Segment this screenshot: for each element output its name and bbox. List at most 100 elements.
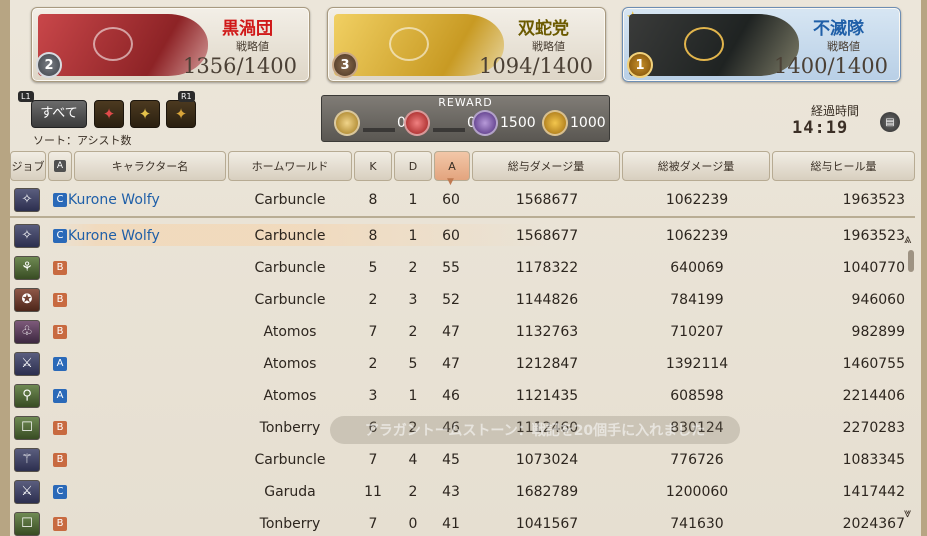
reward-value: 1000 [570,115,606,131]
col-d[interactable]: D [394,151,432,181]
character-name: Kurone Wolfy [68,228,160,244]
col-heal[interactable]: 総与ヒール量 [772,151,915,181]
table-row[interactable]: ☐ B Tonberry 7 0 41 1041567 741630 2024367 [10,508,905,536]
col-a[interactable]: A ▼ [434,151,470,187]
scroll-down-icon[interactable]: ⩔ [904,506,911,521]
damage-taken: 640069 [670,260,724,276]
gc-badge: C [53,193,67,207]
healing: 2270283 [842,420,905,436]
reward-item: 0 [334,108,406,138]
filter-immortal-flames-button[interactable]: ✦ [166,100,196,128]
job-icon: ⚲ [14,384,40,408]
rank-badge: 1 [627,52,653,78]
healing: 1963523 [842,192,905,208]
character-name [68,444,238,476]
table-row[interactable]: ⚔ A Atomos 2 5 47 1212847 1392114 1460755 [10,348,905,380]
divider [10,216,915,218]
job-icon: ✧ [14,224,40,248]
filter-twin-adder-button[interactable]: ✦ [130,100,160,128]
deaths: 1 [408,192,418,208]
kills: 7 [368,324,378,340]
gc-card-twin-adder: 3 双蛇党 戦略値 1094/1400 [327,7,606,82]
elapsed-label: 経過時間 [811,104,860,118]
gc-badge: B [53,325,67,339]
assists: 41 [442,516,460,532]
col-taken[interactable]: 総被ダメージ量 [622,151,770,181]
gc-score-label: 戦略値 [827,40,860,53]
damage-dealt: 1568677 [515,192,579,208]
table-row[interactable]: ⚚ B Carbuncle 7 4 45 1073024 776726 1083345 [10,444,905,476]
damage-taken: 1392114 [665,356,729,372]
assists: 52 [442,292,460,308]
col-job[interactable]: ジョブ [10,151,46,181]
col-world[interactable]: ホームワールド [228,151,352,181]
elapsed-value: 14:19 [792,118,849,138]
filter-maelstrom-button[interactable]: ✦ [94,100,124,128]
col-k[interactable]: K [354,151,392,181]
gc-name: 黒渦団 [222,19,273,39]
job-icon: ⚚ [14,448,40,472]
log-icon[interactable]: ▤ [880,112,900,132]
job-icon: ⚔ [14,480,40,504]
damage-taken: 710207 [670,324,724,340]
self-row[interactable]: ✧ C Kurone Wolfy Carbuncle 8 1 60 156867… [10,184,905,216]
table-row[interactable]: ⚘ B Carbuncle 5 2 55 1178322 640069 1040770 [10,252,905,284]
damage-taken: 741630 [670,516,724,532]
deaths: 1 [408,228,418,244]
col-name[interactable]: キャラクター名 [74,151,226,181]
deaths: 2 [408,260,418,276]
home-world: Atomos [263,324,317,340]
kills: 3 [368,388,378,404]
assists: 47 [442,356,460,372]
character-name [68,348,238,380]
table-row[interactable]: ⚔ C Garuda 11 2 43 1682789 1200060 1417442 [10,476,905,508]
scroll-up-icon[interactable]: ⩓ [904,232,911,247]
wolf-mark-icon [472,110,498,136]
col-dmg[interactable]: 総与ダメージ量 [472,151,620,181]
gc-badge: B [53,421,67,435]
deaths: 4 [408,452,418,468]
col-gc[interactable]: A [48,151,72,181]
table-row[interactable]: ✧ C Kurone Wolfy Carbuncle 8 1 60 1568677 106223… [10,220,905,252]
gold-seal-icon [334,110,360,136]
twin-adder-icon: ✦ [138,105,152,123]
assists: 60 [442,192,460,208]
table-row[interactable]: ♧ B Atomos 7 2 47 1132763 710207 982899 [10,316,905,348]
job-icon: ☐ [14,416,40,440]
r1-tag: R1 [178,91,195,102]
kills: 11 [364,484,382,500]
damage-dealt: 1212847 [515,356,579,372]
kills: 5 [368,260,378,276]
damage-dealt: 1073024 [515,452,579,468]
rank-badge: 2 [36,52,62,78]
damage-taken: 1062239 [665,228,729,244]
kills: 7 [368,516,378,532]
damage-dealt: 1132763 [515,324,579,340]
healing: 946060 [851,292,905,308]
scrollbar-thumb[interactable] [908,250,914,272]
deaths: 3 [408,292,418,308]
kills: 7 [368,452,378,468]
maelstrom-icon: ✦ [102,105,116,123]
deaths: 2 [408,324,418,340]
kills: 2 [368,356,378,372]
character-name [68,316,238,348]
gc-icon: A [54,160,66,172]
deaths: 1 [408,388,418,404]
home-world: Garuda [264,484,316,500]
healing: 1083345 [842,452,905,468]
healing: 2024367 [842,516,905,532]
tomestone-icon [542,110,568,136]
job-icon: ✪ [14,288,40,312]
healing: 1040770 [842,260,905,276]
filter-all-button[interactable]: すべて [31,100,87,128]
sort-label: ソート：アシスト数 [33,134,132,147]
table-row[interactable]: ✪ B Carbuncle 2 3 52 1144826 784199 946060 [10,284,905,316]
gc-score: 1400/1400 [774,54,888,78]
home-world: Carbuncle [254,228,326,244]
table-row[interactable]: ⚲ A Atomos 3 1 46 1121435 608598 2214406 [10,380,905,412]
character-name [68,476,238,508]
kills: 2 [368,292,378,308]
damage-taken: 776726 [670,452,724,468]
gc-badge: B [53,453,67,467]
